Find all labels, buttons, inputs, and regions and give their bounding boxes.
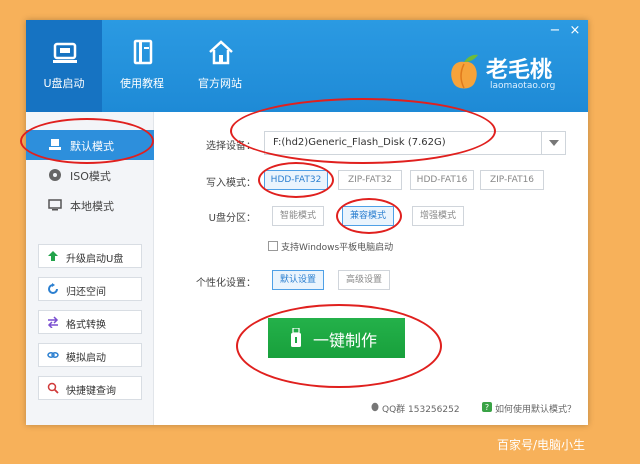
simulate-boot-label: 模拟启动 — [66, 353, 106, 364]
swap-icon — [47, 316, 59, 328]
nav-tutorial[interactable]: 使用教程 — [104, 20, 180, 112]
write-mode-label: 写入模式： — [206, 178, 256, 189]
partition-compatible[interactable]: 兼容模式 — [342, 206, 394, 226]
usb-drive-icon — [53, 42, 77, 63]
write-mode-hdd-fat32[interactable]: HDD-FAT32 — [264, 170, 328, 190]
format-convert-button[interactable]: 格式转换 — [38, 310, 142, 334]
write-mode-hdd-fat16[interactable]: HDD-FAT16 — [410, 170, 474, 190]
device-select-value: F:(hd2)Generic_Flash_Disk (7.62G) — [273, 137, 446, 148]
device-label: 选择设备： — [206, 141, 256, 152]
qq-icon — [371, 402, 379, 412]
upgrade-usb-label: 升级启动U盘 — [66, 254, 124, 265]
upgrade-usb-button[interactable]: 升级启动U盘 — [38, 244, 142, 268]
partition-label: U盘分区： — [208, 213, 256, 224]
usb-plug-icon — [291, 328, 301, 347]
simulate-boot-button[interactable]: 模拟启动 — [38, 343, 142, 367]
logo-brand-text: 老毛桃 — [486, 57, 553, 83]
restore-space-button[interactable]: 归还空间 — [38, 277, 142, 301]
nav-website[interactable]: 官方网站 — [182, 20, 258, 112]
close-button[interactable]: × — [566, 22, 584, 40]
chevron-down-icon — [549, 140, 559, 146]
book-icon — [133, 39, 153, 65]
peach-icon — [451, 54, 478, 89]
app-logo: 老毛桃 laomaotao.org — [446, 50, 586, 98]
partition-smart[interactable]: 智能模式 — [272, 206, 324, 226]
tablet-support-checkbox[interactable] — [268, 241, 278, 251]
tablet-support-label: 支持Windows平板电脑启动 — [281, 243, 394, 253]
write-mode-zip-fat16[interactable]: ZIP-FAT16 — [480, 170, 544, 190]
nav-website-label: 官方网站 — [198, 77, 242, 90]
one-click-make-label: 一键制作 — [313, 331, 378, 350]
mode-default-label: 默认模式 — [70, 140, 114, 153]
hotkey-query-button[interactable]: 快捷键查询 — [38, 376, 142, 400]
personalize-label: 个性化设置： — [196, 278, 256, 289]
mode-local-label: 本地模式 — [70, 200, 114, 213]
arrow-up-icon — [48, 251, 58, 261]
home-icon — [209, 40, 233, 65]
personalize-default[interactable]: 默认设置 — [272, 270, 324, 290]
nav-tutorial-label: 使用教程 — [120, 77, 164, 90]
device-dropdown-arrow[interactable] — [541, 132, 565, 154]
mode-local[interactable]: 本地模式 — [26, 190, 154, 220]
device-select[interactable]: F:(hd2)Generic_Flash_Disk (7.62G) — [264, 131, 566, 155]
mode-iso-label: ISO模式 — [70, 170, 111, 183]
app-window: U盘启动 使用教程 官方网站 − × 老毛桃 laomaotao.org 默认模… — [20, 20, 588, 425]
mode-iso[interactable]: ISO模式 — [26, 160, 154, 190]
minimize-button[interactable]: − — [546, 22, 564, 40]
format-convert-label: 格式转换 — [66, 320, 106, 331]
svg-text:?: ? — [485, 403, 489, 412]
sidebar: 默认模式 ISO模式 本地模式 升级启动U盘 归还空间 格式转换 模拟启动 快捷… — [26, 112, 154, 425]
watermark-text: 百家号/电脑小生 — [497, 438, 586, 452]
disc-icon — [49, 169, 61, 181]
search-icon — [47, 382, 59, 394]
link-icon — [47, 352, 59, 358]
help-icon: ? — [482, 402, 492, 412]
mode-default[interactable]: 默认模式 — [26, 130, 154, 160]
header-bar: U盘启动 使用教程 官方网站 − × 老毛桃 laomaotao.org — [26, 20, 588, 112]
drive-icon — [49, 139, 61, 150]
nav-usb-boot[interactable]: U盘启动 — [26, 20, 102, 112]
hotkey-query-label: 快捷键查询 — [66, 386, 116, 397]
personalize-advanced[interactable]: 高级设置 — [338, 270, 390, 290]
one-click-make-button[interactable]: 一键制作 — [268, 318, 405, 358]
refresh-icon — [48, 283, 58, 294]
nav-usb-boot-label: U盘启动 — [43, 77, 85, 90]
monitor-icon — [48, 199, 62, 211]
partition-enhanced[interactable]: 增强模式 — [412, 206, 464, 226]
restore-space-label: 归还空间 — [66, 287, 106, 298]
logo-url-text: laomaotao.org — [490, 81, 556, 91]
help-link[interactable]: 如何使用默认模式？ — [495, 402, 576, 415]
write-mode-zip-fat32[interactable]: ZIP-FAT32 — [338, 170, 402, 190]
qq-group-text: QQ群 153256252 — [382, 405, 460, 415]
